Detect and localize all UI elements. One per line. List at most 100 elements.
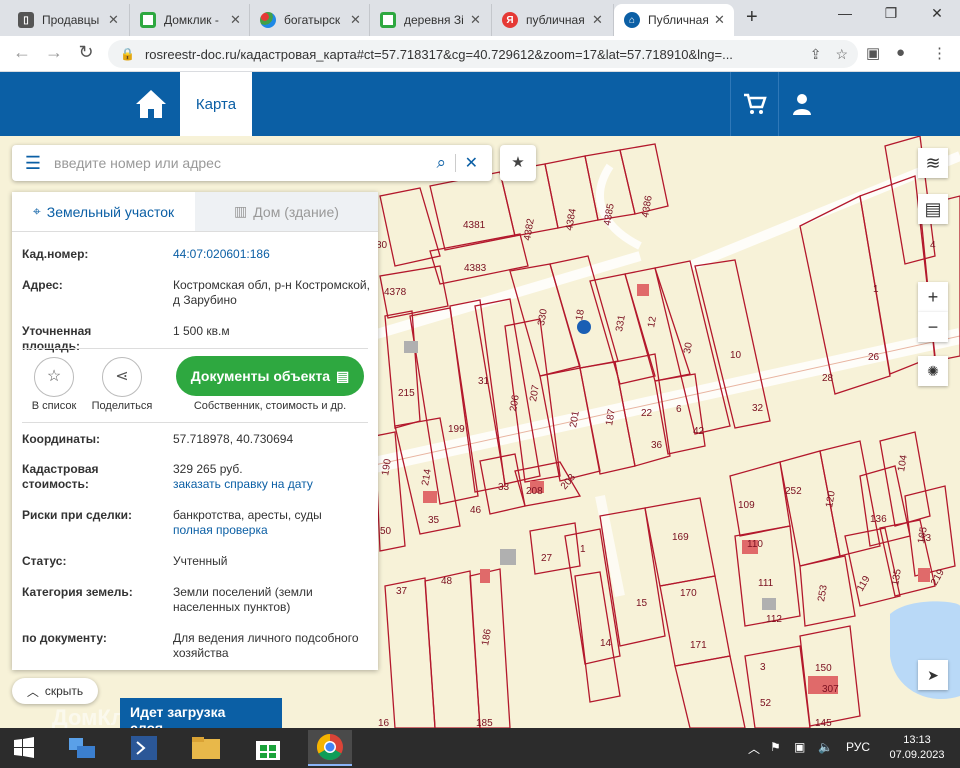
chrome-app[interactable] (308, 730, 352, 766)
building-icon: ▥ (234, 203, 248, 219)
bookmark-star-icon[interactable]: ☆ (835, 46, 848, 63)
favorites-star-button[interactable]: ★ (500, 145, 536, 181)
zoom-out-button[interactable]: − (918, 312, 948, 342)
home-icon[interactable] (134, 88, 168, 120)
parcel-label: 12 (646, 315, 659, 328)
browser-tab-6-active[interactable]: ⌂ Публичная ✕ (614, 4, 734, 36)
parcel-label: 331 (614, 314, 628, 333)
divider (22, 422, 368, 423)
cart-icon[interactable] (743, 92, 767, 116)
network-icon[interactable]: ▣ (794, 740, 805, 754)
window-close-icon[interactable]: ✕ (914, 0, 960, 30)
language-indicator[interactable]: РУС (846, 740, 870, 754)
browser-tab-1[interactable]: ▯ Продавцы ✕ (8, 4, 130, 36)
clock[interactable]: 13:13 07.09.2023 (882, 733, 952, 763)
browser-tab-2[interactable]: Домклик - ✕ (130, 4, 250, 36)
parcel-label: 1 (873, 284, 879, 295)
tab-title: Публичная (648, 13, 708, 27)
domclick-icon (140, 12, 156, 28)
field-value-group: 329 265 руб. заказать справку на дату (173, 462, 373, 492)
close-icon[interactable]: ✕ (714, 12, 725, 28)
url-text[interactable]: rosreestr-doc.ru/кадастровая_карта#ct=57… (145, 47, 795, 62)
tab-land-plot[interactable]: ⌖ Земельный участок (12, 192, 195, 231)
side-panel-icon[interactable]: ▣ (866, 44, 880, 62)
profile-icon[interactable]: ● (896, 44, 905, 61)
forward-arrow-icon[interactable]: → (42, 42, 66, 63)
hide-label: скрыть (44, 684, 84, 698)
address-bar[interactable]: 🔒 rosreestr-doc.ru/кадастровая_карта#ct=… (108, 40, 858, 68)
cadastral-number-link[interactable]: 44:07:020601:186 (173, 247, 373, 262)
nav-map-tab[interactable]: Карта (180, 72, 252, 136)
start-button[interactable] (2, 730, 46, 766)
parcel-label: 4381 (463, 220, 486, 231)
full-check-link[interactable]: полная проверка (173, 523, 268, 537)
parcel-label: 330 (536, 308, 550, 327)
reload-icon[interactable]: ↻ (74, 42, 98, 63)
show-hidden-icons-icon[interactable]: ︿ (748, 740, 760, 757)
field-value-group: банкротства, аресты, суды полная проверк… (173, 508, 373, 538)
close-icon[interactable]: ✕ (470, 12, 481, 28)
field-key: Риски при сделки: (22, 508, 133, 522)
parcel-label: 111 (758, 578, 774, 589)
store-app[interactable] (246, 730, 290, 766)
tab-house-building[interactable]: ▥ Дом (здание) (195, 192, 378, 231)
parcel-label: 206 (508, 394, 522, 413)
volume-muted-icon[interactable]: 🔈 (818, 740, 833, 754)
back-arrow-icon[interactable]: ← (10, 42, 34, 63)
restore-icon[interactable]: ❐ (868, 0, 914, 30)
header-divider (778, 72, 779, 136)
add-to-list-button[interactable]: ☆ (34, 357, 74, 397)
parcel-label: 15 (636, 598, 648, 609)
chevron-up-icon: ︿ (26, 684, 39, 699)
parcel-label: 171 (690, 640, 707, 651)
flag-error-icon[interactable]: ⚑ (770, 740, 781, 754)
close-icon[interactable]: ✕ (230, 12, 241, 28)
share-icon: ⋖ (115, 368, 129, 385)
share-button[interactable]: ⋖ (102, 357, 142, 397)
powershell-app[interactable] (122, 730, 166, 766)
field-value: Костромская обл, р-н Костромской, д Зару… (173, 278, 370, 307)
minimize-icon[interactable]: — (822, 0, 868, 30)
object-documents-button[interactable]: Документы объекта ▤ (176, 356, 364, 396)
close-icon[interactable]: ✕ (592, 12, 603, 28)
lock-icon[interactable]: 🔒 (120, 47, 135, 61)
hamburger-menu-icon[interactable]: ☰ (12, 153, 54, 174)
close-icon[interactable]: ✕ (350, 12, 361, 28)
search-icon[interactable]: ⌕ (436, 153, 446, 173)
file-explorer-app[interactable] (184, 730, 228, 766)
clear-icon[interactable]: ✕ (465, 153, 478, 173)
search-input[interactable] (54, 155, 414, 171)
docs-caption: Собственник, стоимость и др. (193, 400, 347, 412)
parcel-label: 1 (580, 544, 586, 555)
parcel-label: 33 (498, 482, 510, 493)
zoom-in-button[interactable]: + (918, 282, 948, 312)
user-icon[interactable] (790, 92, 814, 116)
browser-tab-5[interactable]: Я публичная ✕ (492, 4, 614, 36)
order-certificate-link[interactable]: заказать справку на дату (173, 477, 313, 491)
windows-logo-icon (14, 737, 34, 758)
browser-tab-3[interactable]: богатырск ✕ (250, 4, 370, 36)
browser-menu-icon[interactable]: ⋮ (932, 44, 947, 62)
parcel-label: 50 (380, 526, 392, 537)
parcel-label: 27 (541, 553, 553, 564)
parcel-label: 13 (920, 533, 932, 544)
divider (22, 348, 368, 349)
home-icon: ⌂ (624, 12, 640, 28)
ruler-icon[interactable]: ▤ (918, 194, 948, 224)
parcel-labels: 4381 4382 4384 4385 4386 4383 4378 80 33… (376, 194, 947, 728)
field-value: 1 500 кв.м (173, 324, 230, 338)
share-page-icon[interactable]: ⇪ (810, 46, 822, 63)
layers-icon[interactable]: ≋ (918, 148, 948, 178)
parcel-label: 150 (815, 663, 832, 674)
network-explorer-app[interactable] (60, 730, 104, 766)
site-header: Карта (0, 72, 960, 136)
hide-panel-button[interactable]: ︿ скрыть (12, 678, 98, 704)
geolocation-icon[interactable]: ➤ (918, 660, 948, 690)
field-value: 57.718978, 40.730694 (173, 432, 294, 446)
close-icon[interactable]: ✕ (108, 12, 119, 28)
tab-title: Продавцы (42, 13, 100, 27)
new-tab-button[interactable]: + (746, 6, 758, 29)
browser-tab-4[interactable]: деревня Зі ✕ (370, 4, 492, 36)
parcel-label: 4 (930, 240, 936, 251)
parcel-label: 4386 (640, 194, 655, 218)
